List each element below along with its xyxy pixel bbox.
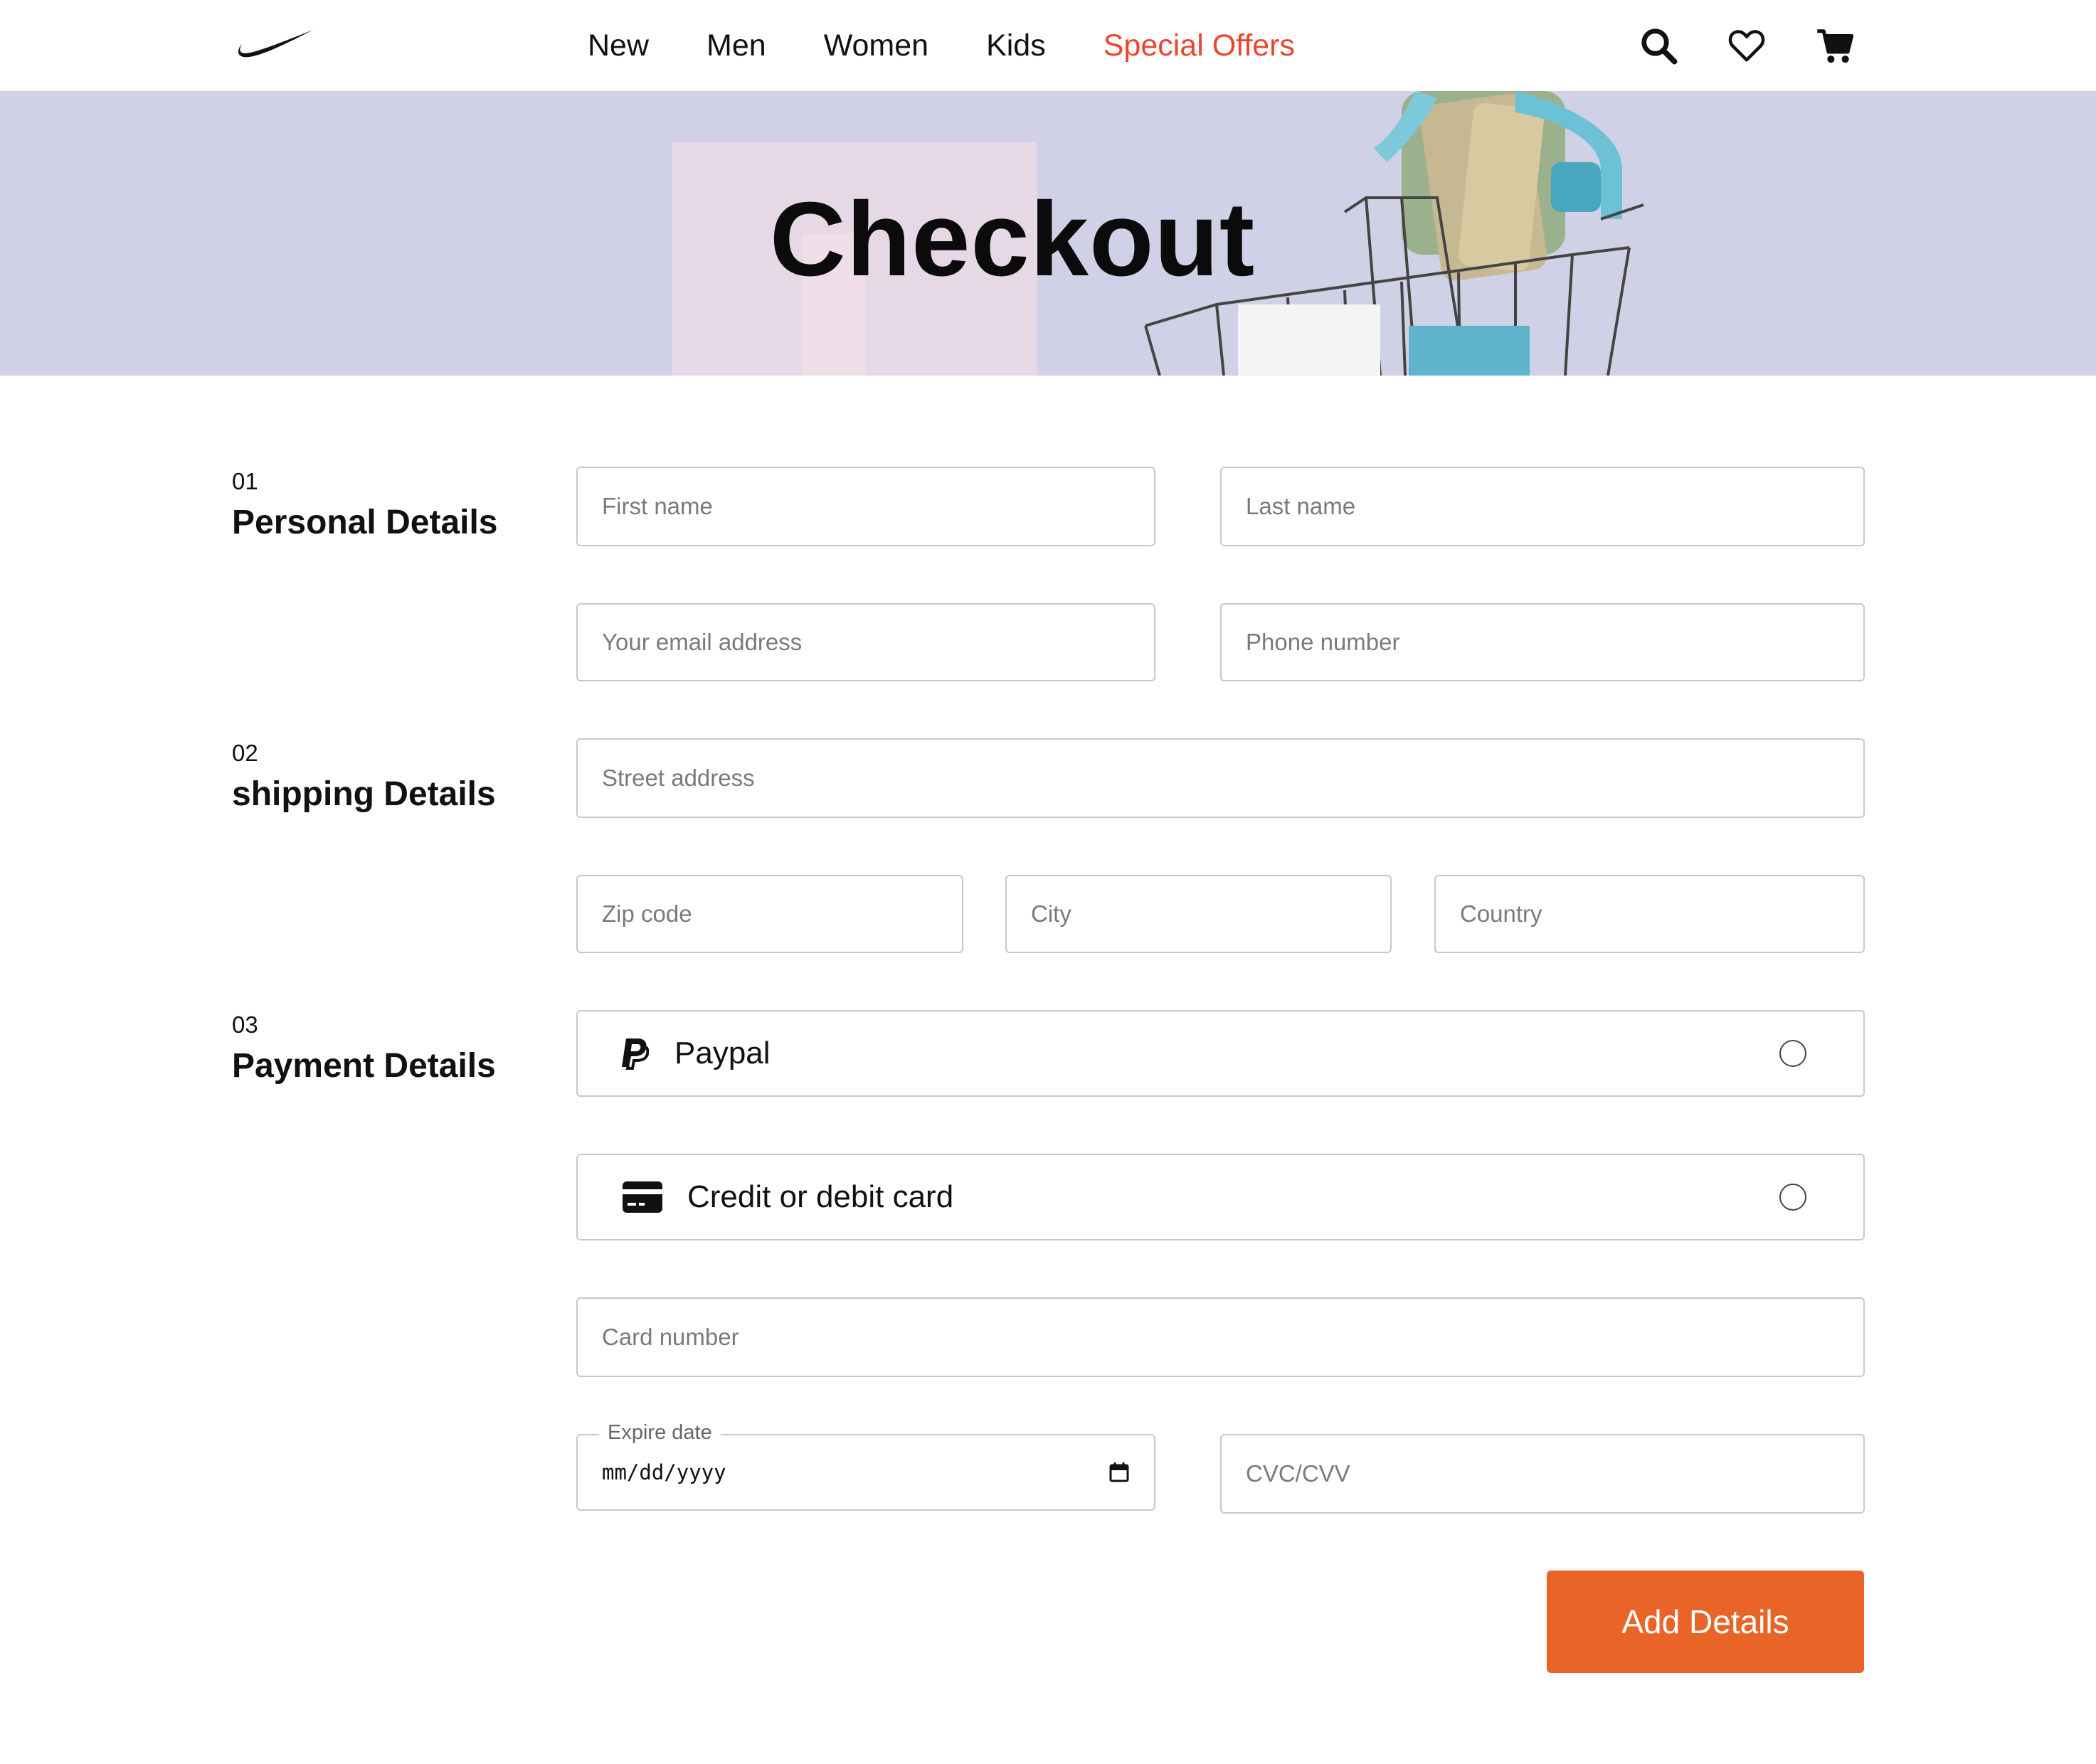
nav-link-new[interactable]: New (588, 28, 649, 63)
email-input[interactable] (578, 605, 1154, 680)
street-address-field[interactable] (576, 738, 1865, 818)
zip-code-input[interactable] (578, 876, 962, 952)
payment-option-card[interactable]: Credit or debit card (576, 1154, 1865, 1240)
credit-card-icon (622, 1155, 663, 1239)
search-icon[interactable] (1639, 26, 1678, 65)
nav-actions (1589, 0, 1854, 91)
nav-link-special-offers[interactable]: Special Offers (1103, 28, 1295, 63)
city-input[interactable] (1007, 876, 1390, 952)
section-number: 01 (232, 468, 258, 494)
card-number-input[interactable] (578, 1299, 1863, 1376)
section-personal-details: 01 Personal Details (232, 469, 498, 542)
city-field[interactable] (1005, 875, 1392, 953)
paypal-icon (620, 1011, 649, 1095)
nav-link-women[interactable]: Women (824, 28, 928, 63)
payment-option-label: Paypal (674, 1036, 771, 1070)
section-title: shipping Details (232, 775, 496, 813)
heart-icon[interactable] (1727, 26, 1766, 65)
card-radio[interactable] (1779, 1184, 1806, 1211)
section-shipping-details: 02 shipping Details (232, 741, 496, 814)
expire-date-value[interactable]: mm/dd/yyyy (602, 1435, 726, 1509)
first-name-field[interactable] (576, 467, 1155, 546)
payment-option-label: Credit or debit card (687, 1179, 954, 1214)
brand-logo-icon[interactable] (235, 24, 314, 61)
main-menu: New Men Women Kids Special Offers (588, 0, 1295, 91)
phone-field[interactable] (1220, 603, 1865, 681)
nav-link-kids[interactable]: Kids (986, 28, 1046, 63)
payment-option-paypal[interactable]: Paypal (576, 1010, 1865, 1097)
cart-icon[interactable] (1816, 26, 1854, 65)
street-address-input[interactable] (578, 740, 1863, 817)
last-name-input[interactable] (1222, 468, 1863, 545)
section-title: Payment Details (232, 1047, 496, 1085)
paypal-radio[interactable] (1779, 1040, 1806, 1067)
expire-date-field[interactable]: Expire date mm/dd/yyyy (576, 1421, 1155, 1511)
add-details-button[interactable]: Add Details (1547, 1571, 1864, 1673)
zip-code-field[interactable] (576, 875, 963, 953)
section-title: Personal Details (232, 504, 498, 541)
section-number: 03 (232, 1011, 258, 1038)
nav-link-men[interactable]: Men (706, 28, 766, 63)
section-payment-details: 03 Payment Details (232, 1013, 496, 1085)
top-navigation: New Men Women Kids Special Offers (0, 0, 2096, 91)
email-field[interactable] (576, 603, 1155, 681)
card-number-field[interactable] (576, 1297, 1865, 1377)
phone-input[interactable] (1222, 605, 1863, 680)
cvc-field[interactable] (1220, 1434, 1865, 1514)
country-field[interactable] (1434, 875, 1865, 953)
section-number: 02 (232, 740, 258, 766)
page-title: Checkout (769, 181, 1256, 298)
cvc-input[interactable] (1222, 1435, 1863, 1512)
last-name-field[interactable] (1220, 467, 1865, 546)
calendar-icon[interactable] (1108, 1462, 1130, 1483)
hero-banner: Checkout (0, 91, 2096, 376)
first-name-input[interactable] (578, 468, 1154, 545)
country-input[interactable] (1436, 876, 1863, 952)
